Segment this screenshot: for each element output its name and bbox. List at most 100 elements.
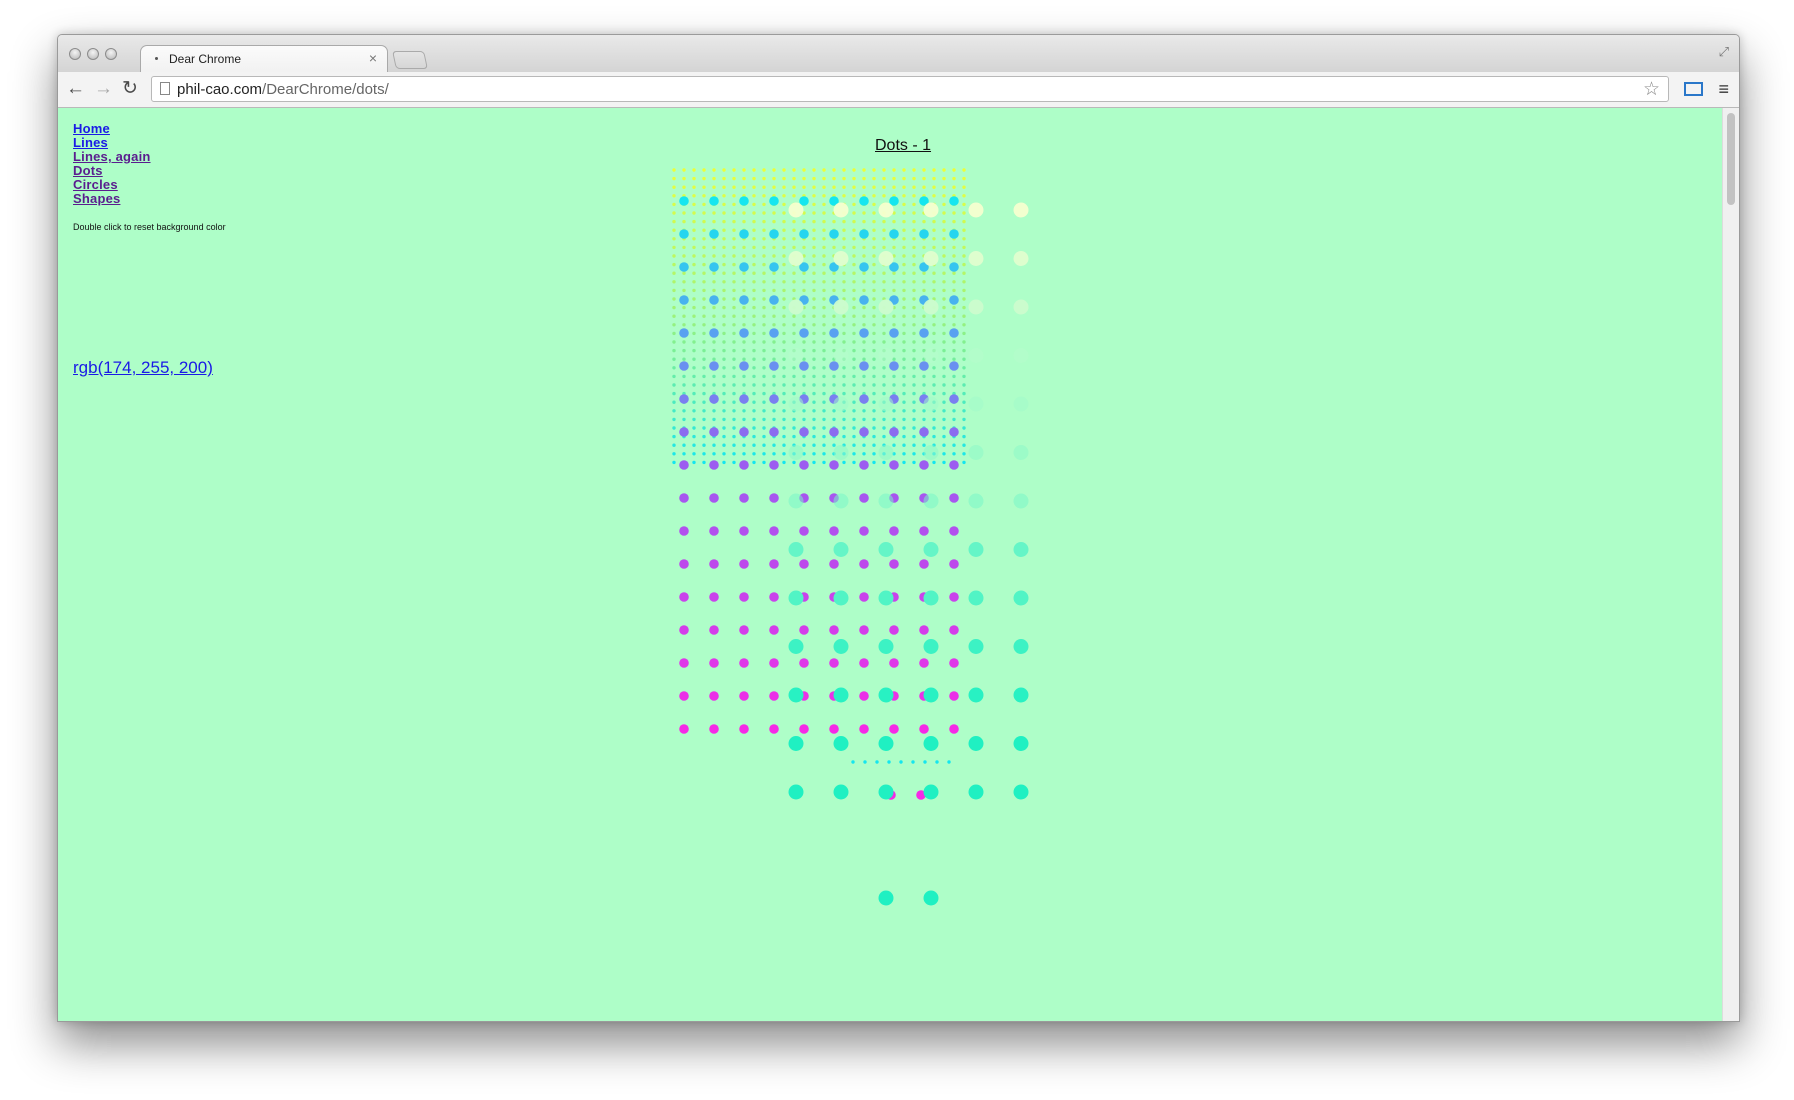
pattern-dot xyxy=(932,271,936,275)
pattern-dot xyxy=(812,331,816,336)
pattern-dot xyxy=(739,229,749,239)
pattern-dot xyxy=(862,211,866,215)
pattern-dot xyxy=(949,625,959,635)
pattern-dot xyxy=(919,427,929,437)
nav-link-circles[interactable]: Circles xyxy=(73,178,151,192)
pattern-dot xyxy=(722,340,726,344)
pattern-dot xyxy=(782,357,786,361)
pattern-dot xyxy=(772,288,776,293)
pattern-dot xyxy=(923,687,939,703)
minimize-window-button[interactable] xyxy=(87,48,99,60)
scrollbar-thumb[interactable] xyxy=(1727,113,1735,205)
pattern-dot xyxy=(822,194,826,198)
pattern-dot xyxy=(902,176,906,181)
pattern-dot xyxy=(962,280,966,284)
pattern-dot xyxy=(882,460,886,465)
zoom-window-button[interactable] xyxy=(105,48,117,60)
url-text[interactable]: phil-cao.com/DearChrome/dots/ xyxy=(177,81,389,98)
bookmark-star-icon[interactable]: ☆ xyxy=(1643,78,1660,101)
pattern-dot xyxy=(752,400,756,404)
reload-icon[interactable]: ↻ xyxy=(122,77,138,101)
pattern-dot xyxy=(739,724,749,734)
pattern-dot xyxy=(702,443,706,447)
pattern-dot xyxy=(842,426,846,430)
nav-link-lines-again[interactable]: Lines, again xyxy=(73,150,151,164)
pattern-dot xyxy=(769,691,779,701)
fullscreen-icon[interactable]: ⤢ xyxy=(1719,44,1729,60)
pattern-dot xyxy=(722,254,726,258)
pattern-dot xyxy=(742,374,746,379)
nav-link-lines[interactable]: Lines xyxy=(73,136,151,150)
scrollbar[interactable] xyxy=(1722,108,1739,1021)
pattern-dot xyxy=(712,323,716,327)
pattern-dot xyxy=(942,400,946,404)
pattern-dot xyxy=(889,328,899,338)
address-bar[interactable]: phil-cao.com/DearChrome/dots/ ☆ xyxy=(151,76,1669,102)
pattern-dot xyxy=(792,383,796,387)
back-icon[interactable]: ← xyxy=(66,77,85,101)
pattern-dot xyxy=(762,340,766,344)
pattern-dot xyxy=(942,176,946,181)
pattern-dot xyxy=(812,305,816,310)
pattern-dot xyxy=(852,357,856,361)
tab-dear-chrome[interactable]: Dear Chrome × xyxy=(140,45,388,73)
pattern-dot xyxy=(782,426,786,430)
pattern-dot xyxy=(742,305,746,310)
pattern-dot xyxy=(862,314,866,318)
pattern-dot xyxy=(802,185,806,189)
pattern-dot xyxy=(878,348,894,363)
pattern-dot xyxy=(702,185,706,189)
pattern-dot xyxy=(882,245,886,250)
pattern-dot xyxy=(788,299,804,315)
pattern-dot xyxy=(772,254,776,258)
pattern-dot xyxy=(792,245,796,250)
nav-link-home[interactable]: Home xyxy=(73,122,151,136)
background-color-link[interactable]: rgb(174, 255, 200) xyxy=(73,358,213,378)
pattern-dot xyxy=(852,168,856,172)
pattern-dot xyxy=(842,323,846,327)
pattern-dot xyxy=(722,409,726,413)
pattern-dot xyxy=(872,331,876,336)
pattern-dot xyxy=(919,724,929,734)
tab-close-icon[interactable]: × xyxy=(369,50,377,66)
pattern-dot xyxy=(752,391,756,396)
pattern-dot xyxy=(822,357,826,361)
pattern-dot xyxy=(762,314,766,318)
pattern-dot xyxy=(802,383,806,387)
nav-link-shapes[interactable]: Shapes xyxy=(73,192,151,206)
pattern-dot xyxy=(812,262,816,267)
close-window-button[interactable] xyxy=(69,48,81,60)
pattern-dot xyxy=(772,305,776,310)
cast-icon[interactable] xyxy=(1684,82,1703,96)
pattern-dot xyxy=(932,460,936,465)
pattern-dot xyxy=(932,219,936,224)
pattern-dot xyxy=(762,400,766,404)
pattern-dot xyxy=(822,391,826,396)
page-content: Home Lines Lines, again Dots Circles Sha… xyxy=(58,108,1723,1021)
forward-icon[interactable]: → xyxy=(94,77,113,101)
pattern-dot xyxy=(902,194,906,198)
menu-icon[interactable]: ≡ xyxy=(1718,79,1729,100)
pattern-dot xyxy=(863,760,867,764)
pattern-dot xyxy=(812,228,816,232)
pattern-dot xyxy=(679,559,689,569)
pattern-dot xyxy=(742,409,746,413)
pattern-dot xyxy=(932,168,936,172)
pattern-dot xyxy=(922,168,926,172)
pattern-dot xyxy=(962,211,966,215)
pattern-dot xyxy=(682,280,686,284)
pattern-dot xyxy=(709,328,719,338)
pattern-dot xyxy=(672,443,676,447)
pattern-dot xyxy=(782,254,786,258)
pattern-dot xyxy=(842,314,846,318)
pattern-dot xyxy=(722,417,726,422)
pattern-dot xyxy=(799,427,809,437)
pattern-dot xyxy=(692,409,696,413)
pattern-dot xyxy=(912,383,916,387)
pattern-dot xyxy=(682,340,686,344)
nav-link-dots[interactable]: Dots xyxy=(73,164,151,178)
pattern-dot xyxy=(822,331,826,336)
pattern-dot xyxy=(709,427,719,437)
pattern-dot xyxy=(762,245,766,250)
new-tab-button[interactable] xyxy=(392,51,428,69)
